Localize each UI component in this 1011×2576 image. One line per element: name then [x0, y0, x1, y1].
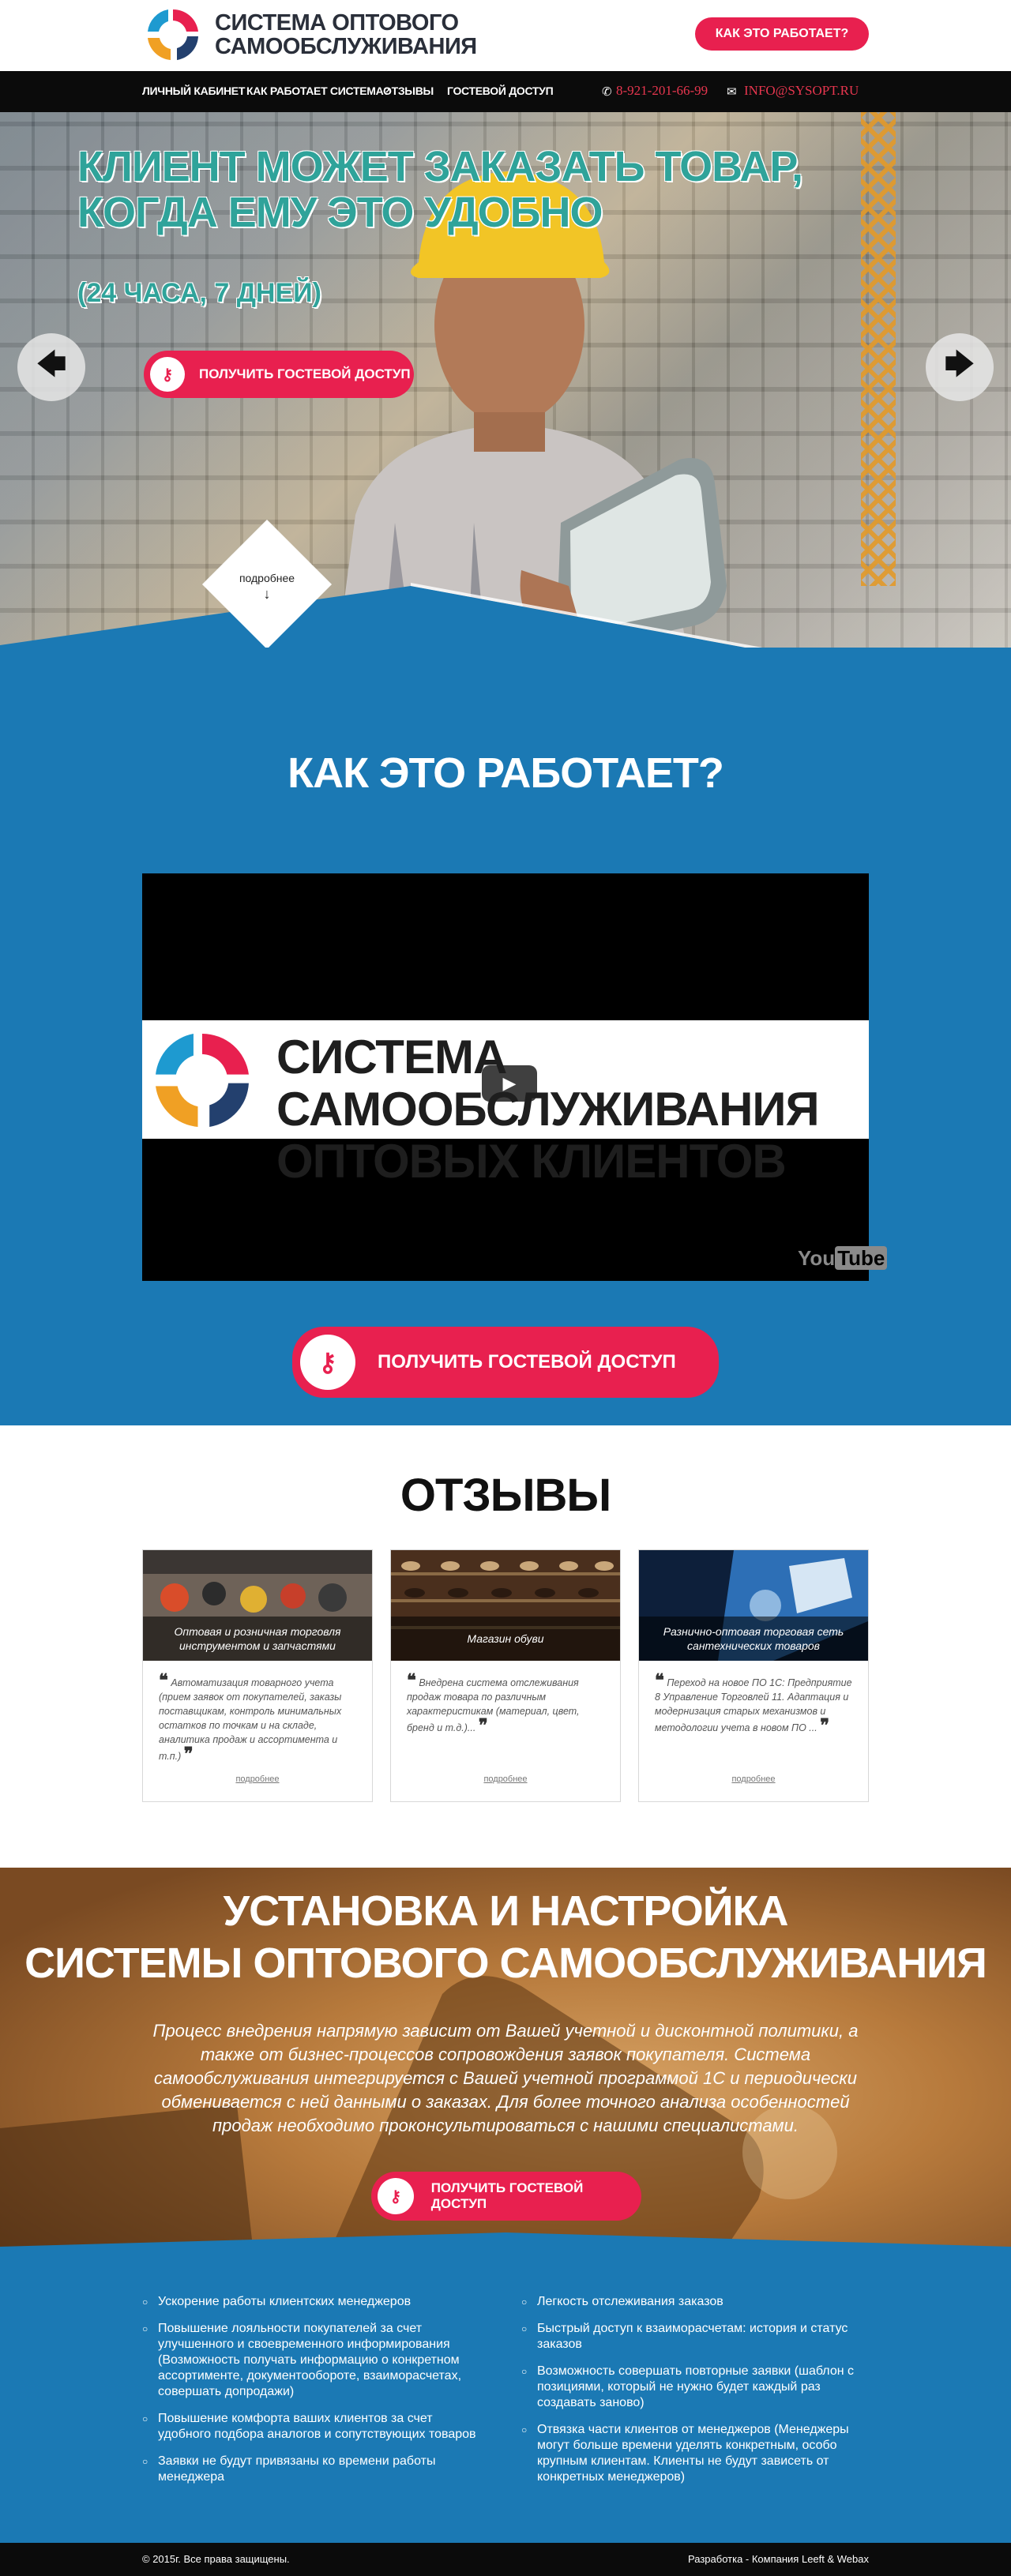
benefit-item: Отвязка части клиентов от менеджеров (Ме… [521, 2422, 861, 2485]
youtube-you: You [798, 1246, 836, 1270]
key-icon: ⚷ [150, 357, 185, 392]
review-card[interactable]: Разнично-оптовая торговая сеть сантехнич… [638, 1549, 869, 1802]
more-link[interactable]: подробнее [221, 572, 313, 584]
how-it-works-title: КАК ЭТО РАБОТАЕТ? [288, 749, 724, 797]
hero-slider: КЛИЕНТ МОЖЕТ ЗАКАЗАТЬ ТОВАР, КОГДА ЕМУ Э… [0, 112, 1011, 697]
slider-next-button[interactable]: 🡆 [926, 333, 994, 401]
nav-item-guest-access[interactable]: ГОСТЕВОЙ ДОСТУП [447, 84, 554, 97]
quote-close-icon: ❞ [478, 1715, 488, 1735]
play-icon: ▶ [502, 1073, 517, 1093]
review-more-link[interactable]: подробнее [391, 1774, 620, 1784]
site-header: СИСТЕМА ОПТОВОГО САМООБСЛУЖИВАНИЯ КАК ЭТ… [0, 0, 1011, 71]
how-guest-access-label: ПОЛУЧИТЬ ГОСТЕВОЙ ДОСТУП [378, 1351, 676, 1372]
key-icon: ⚷ [300, 1335, 355, 1390]
footer-developer-link[interactable]: Разработка - Компания Leeft & Webax [688, 2553, 869, 2565]
review-card[interactable]: Оптовая и розничная торговля инструменто… [142, 1549, 373, 1802]
nav-email[interactable]: INFO@SYSOPT.RU [744, 83, 859, 99]
video-title-line-2: ОПТОВЫХ КЛИЕНТОВ [276, 1135, 787, 1188]
slider-prev-button[interactable]: 🡄 [17, 333, 85, 401]
footer-copyright: © 2015г. Все права защищены. [142, 2553, 290, 2565]
video-logo-icon [156, 1034, 249, 1127]
how-it-works-section: КАК ЭТО РАБОТАЕТ? СИСТЕМА САМООБСЛУЖИВАН… [0, 648, 1011, 1425]
site-logo[interactable]: СИСТЕМА ОПТОВОГО САМООБСЛУЖИВАНИЯ [142, 5, 477, 65]
phone-icon: ✆ [602, 85, 612, 99]
key-icon: ⚷ [378, 2178, 414, 2214]
hero-title: КЛИЕНТ МОЖЕТ ЗАКАЗАТЬ ТОВАР, КОГДА ЕМУ Э… [77, 143, 803, 236]
how-it-works-button[interactable]: КАК ЭТО РАБОТАЕТ? [695, 17, 869, 51]
benefit-item: Быстрый доступ к взаиморасчетам: история… [521, 2321, 861, 2353]
benefit-item: Заявки не будут привязаны ко времени раб… [142, 2454, 482, 2485]
benefits-divider [0, 2232, 1011, 2264]
logo-line-2: САМООБСЛУЖИВАНИЯ [215, 34, 477, 59]
nav-item-how-system[interactable]: КАК РАБОТАЕТ СИСТЕМА? [246, 84, 390, 97]
nav-item-cabinet[interactable]: ЛИЧНЫЙ КАБИНЕТ [142, 84, 245, 97]
quote-close-icon: ❞ [820, 1715, 830, 1735]
hero-guest-access-label: ПОЛУЧИТЬ ГОСТЕВОЙ ДОСТУП [199, 366, 411, 381]
review-text: ❝ Переход на новое ПО 1С: Предприятие 8 … [655, 1670, 856, 1735]
site-footer: © 2015г. Все права защищены. Разработка … [0, 2543, 1011, 2576]
review-more-link[interactable]: подробнее [143, 1774, 372, 1784]
how-guest-access-button[interactable]: ⚷ ПОЛУЧИТЬ ГОСТЕВОЙ ДОСТУП [292, 1327, 719, 1398]
video-title-line-1: СИСТЕМА САМООБСЛУЖИВАНИЯ [276, 1031, 820, 1136]
setup-title-line-1: УСТАНОВКА И НАСТРОЙКА [223, 1887, 789, 1935]
main-nav: ЛИЧНЫЙ КАБИНЕТ КАК РАБОТАЕТ СИСТЕМА? ОТЗ… [0, 71, 1011, 112]
quote-open-icon: ❝ [655, 1670, 664, 1690]
review-caption: Магазин обуви [391, 1617, 620, 1661]
setup-guest-access-button[interactable]: ⚷ ПОЛУЧИТЬ ГОСТЕВОЙ ДОСТУП [371, 2172, 641, 2221]
setup-title-line-2: СИСТЕМЫ ОПТОВОГО САМООБСЛУЖИВАНИЯ [24, 1940, 987, 1987]
video-player[interactable]: СИСТЕМА САМООБСЛУЖИВАНИЯ ОПТОВЫХ КЛИЕНТО… [142, 873, 888, 1281]
benefits-section: Ускорение работы клиентских менеджеров П… [0, 2232, 1011, 2543]
setup-title: УСТАНОВКА И НАСТРОЙКА СИСТЕМЫ ОПТОВОГО С… [0, 1885, 1011, 1989]
benefit-item: Ускорение работы клиентских менеджеров [142, 2294, 482, 2310]
hero-guest-access-button[interactable]: ⚷ ПОЛУЧИТЬ ГОСТЕВОЙ ДОСТУП [144, 351, 414, 398]
benefit-item: Повышение комфорта ваших клиентов за сче… [142, 2411, 482, 2443]
video-title: СИСТЕМА САМООБСЛУЖИВАНИЯ ОПТОВЫХ КЛИЕНТО… [276, 1031, 869, 1188]
hero-title-line-1: КЛИЕНТ МОЖЕТ ЗАКАЗАТЬ ТОВАР, [77, 143, 803, 190]
logo-line-1: СИСТЕМА ОПТОВОГО [215, 10, 459, 36]
setup-description: Процесс внедрения напрямую зависит от Ва… [152, 2021, 859, 2135]
benefit-item: Повышение лояльности покупателей за счет… [142, 2321, 482, 2400]
benefit-item: Легкость отслеживания заказов [521, 2294, 861, 2310]
benefits-list-right: Легкость отслеживания заказов Быстрый до… [521, 2294, 861, 2496]
arrow-left-icon: 🡄 [36, 347, 67, 381]
review-text: ❝ Внедрена система отслеживания продаж т… [407, 1670, 608, 1735]
quote-close-icon: ❞ [183, 1744, 194, 1763]
youtube-tube: Tube [835, 1246, 888, 1270]
logo-icon [148, 9, 198, 60]
reviews-title: ОТЗЫВЫ [400, 1470, 611, 1521]
review-caption: Разнично-оптовая торговая сеть сантехнич… [639, 1617, 868, 1661]
nav-item-reviews[interactable]: ОТЗЫВЫ [383, 84, 434, 97]
review-more-link[interactable]: подробнее [639, 1774, 868, 1784]
nav-phone[interactable]: 8-921-201-66-99 [616, 83, 708, 99]
review-caption: Оптовая и розничная торговля инструменто… [143, 1617, 372, 1661]
logo-text: СИСТЕМА ОПТОВОГО САМООБСЛУЖИВАНИЯ [215, 11, 477, 58]
benefits-list-left: Ускорение работы клиентских менеджеров П… [142, 2294, 482, 2496]
quote-open-icon: ❝ [407, 1670, 416, 1690]
arrow-right-icon: 🡆 [944, 347, 975, 381]
setup-guest-access-label: ПОЛУЧИТЬ ГОСТЕВОЙ ДОСТУП [430, 2180, 584, 2211]
review-text: ❝ Автоматизация товарного учета (прием з… [159, 1670, 360, 1763]
benefit-item: Возможность совершать повторные заявки (… [521, 2364, 861, 2411]
arrow-down-icon: ↓ [263, 586, 271, 602]
quote-open-icon: ❝ [159, 1670, 168, 1690]
review-card[interactable]: Магазин обуви ❝ Внедрена система отслежи… [390, 1549, 621, 1802]
hero-title-line-2: КОГДА ЕМУ ЭТО УДОБНО [77, 189, 603, 236]
review-text-content: Внедрена система отслеживания продаж тов… [407, 1677, 580, 1733]
play-button[interactable]: ▶ [482, 1065, 537, 1102]
mail-icon: ✉ [727, 85, 737, 99]
hero-subtitle: (24 ЧАСА, 7 ДНЕЙ) [77, 278, 321, 308]
setup-section: УСТАНОВКА И НАСТРОЙКА СИСТЕМЫ ОПТОВОГО С… [0, 1868, 1011, 2247]
youtube-logo[interactable]: You Tube [798, 1246, 888, 1271]
